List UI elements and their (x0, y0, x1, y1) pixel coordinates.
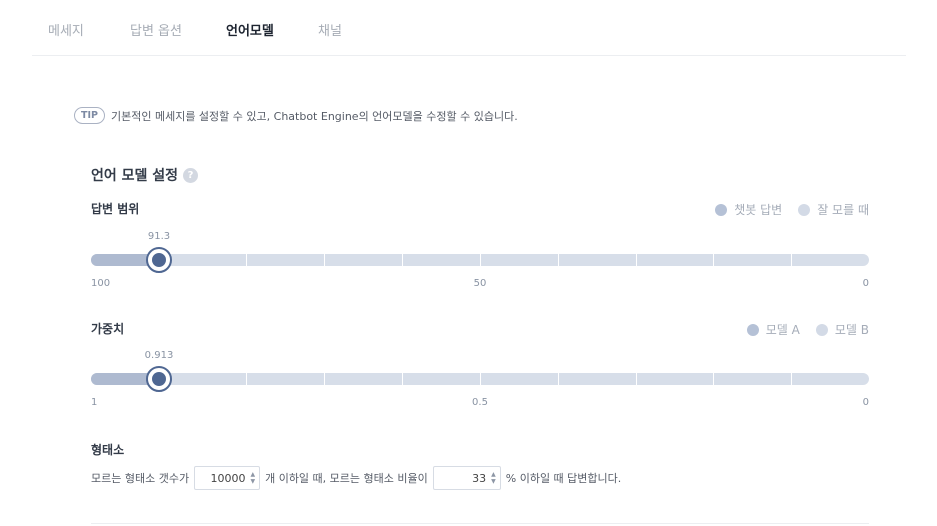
slider-tick (402, 254, 403, 266)
stepper-arrows[interactable]: ▲ ▼ (250, 471, 255, 485)
tip-badge: TIP (74, 107, 105, 124)
legend-item-chatbot-answer: 챗봇 답변 (715, 201, 782, 218)
slider-value-label: 0.913 (144, 350, 174, 361)
slider-tick (480, 373, 481, 385)
morpheme-count-stepper[interactable]: ▲ ▼ (194, 466, 261, 490)
slider-track[interactable] (91, 254, 869, 266)
legend-item-model-b: 모델 B (815, 321, 869, 338)
slider-tick (402, 373, 403, 385)
slider-thumb-dot (152, 253, 166, 267)
tab-bar: 메세지 답변 옵션 언어모델 채널 (32, 0, 906, 56)
chevron-up-icon[interactable]: ▲ (250, 471, 255, 478)
tab-language-model[interactable]: 언어모델 (226, 20, 274, 39)
scale-label-right: 0 (862, 397, 869, 408)
tip-text: 기본적인 메세지를 설정할 수 있고, Chatbot Engine의 언어모델… (110, 109, 518, 123)
slider-tick (480, 254, 481, 266)
section-title-text: 언어 모델 설정 (91, 168, 179, 184)
morpheme-ratio-input[interactable] (444, 471, 487, 485)
legend-item-model-a: 모델 A (746, 321, 800, 338)
legend-item-unknown: 잘 모를 때 (798, 201, 869, 218)
slider-tick (246, 254, 247, 266)
slider-track[interactable] (91, 373, 869, 385)
legend-dot-icon (746, 323, 759, 336)
slider-tick (558, 373, 559, 385)
chevron-up-icon[interactable]: ▲ (491, 471, 496, 478)
slider-tick (324, 373, 325, 385)
scale-label-middle: 50 (473, 278, 487, 289)
slider-tick (713, 373, 714, 385)
section-title: 언어 모델 설정 ? (91, 165, 199, 185)
slider-thumb-dot (152, 372, 166, 386)
slider-tick (558, 254, 559, 266)
weight-legend: 모델 A 모델 B (731, 321, 869, 338)
chevron-down-icon[interactable]: ▼ (491, 478, 496, 485)
slider-tick (246, 373, 247, 385)
legend-label: 잘 모를 때 (817, 203, 869, 217)
stepper-arrows[interactable]: ▲ ▼ (491, 471, 496, 485)
slider-thumb[interactable] (146, 247, 172, 273)
morpheme-text-after: % 이하일 때 답변합니다. (505, 472, 622, 485)
tip-message: TIP 기본적인 메세지를 설정할 수 있고, Chatbot Engine의 … (74, 107, 518, 124)
slider-tick (713, 254, 714, 266)
tab-channel[interactable]: 채널 (318, 20, 342, 39)
answer-range-legend: 챗봇 답변 잘 모를 때 (699, 201, 869, 218)
chevron-down-icon[interactable]: ▼ (250, 478, 255, 485)
answer-range-label: 답변 범위 (91, 202, 140, 216)
morpheme-count-input[interactable] (205, 471, 246, 485)
legend-dot-icon (715, 203, 728, 216)
slider-tick (324, 254, 325, 266)
morpheme-text-middle: 개 이하일 때, 모르는 형태소 비율이 (265, 472, 428, 485)
morpheme-text-before: 모르는 형태소 갯수가 (91, 472, 190, 485)
help-icon[interactable]: ? (183, 167, 199, 183)
slider-tick (636, 373, 637, 385)
slider-thumb[interactable] (146, 366, 172, 392)
legend-dot-icon (815, 323, 828, 336)
slider-tick (791, 373, 792, 385)
legend-dot-icon (798, 203, 811, 216)
slider-tick (636, 254, 637, 266)
morpheme-ratio-stepper[interactable]: ▲ ▼ (432, 466, 501, 490)
slider-tick (791, 254, 792, 266)
legend-label: 모델 A (765, 323, 800, 337)
divider (91, 523, 869, 524)
legend-label: 모델 B (834, 323, 869, 337)
tab-answer-options[interactable]: 답변 옵션 (130, 20, 182, 39)
scale-label-right: 0 (862, 278, 869, 289)
morpheme-setting: 모르는 형태소 갯수가 ▲ ▼ 개 이하일 때, 모르는 형태소 비율이 ▲ ▼… (91, 466, 621, 490)
slider-value-label: 91.3 (147, 231, 171, 242)
scale-label-left: 1 (91, 397, 98, 408)
weight-label: 가중치 (91, 322, 125, 336)
scale-label-left: 100 (91, 278, 111, 289)
scale-label-middle: 0.5 (472, 397, 488, 408)
morpheme-label: 형태소 (91, 443, 125, 457)
tab-message[interactable]: 메세지 (48, 20, 84, 39)
legend-label: 챗봇 답변 (734, 203, 783, 217)
